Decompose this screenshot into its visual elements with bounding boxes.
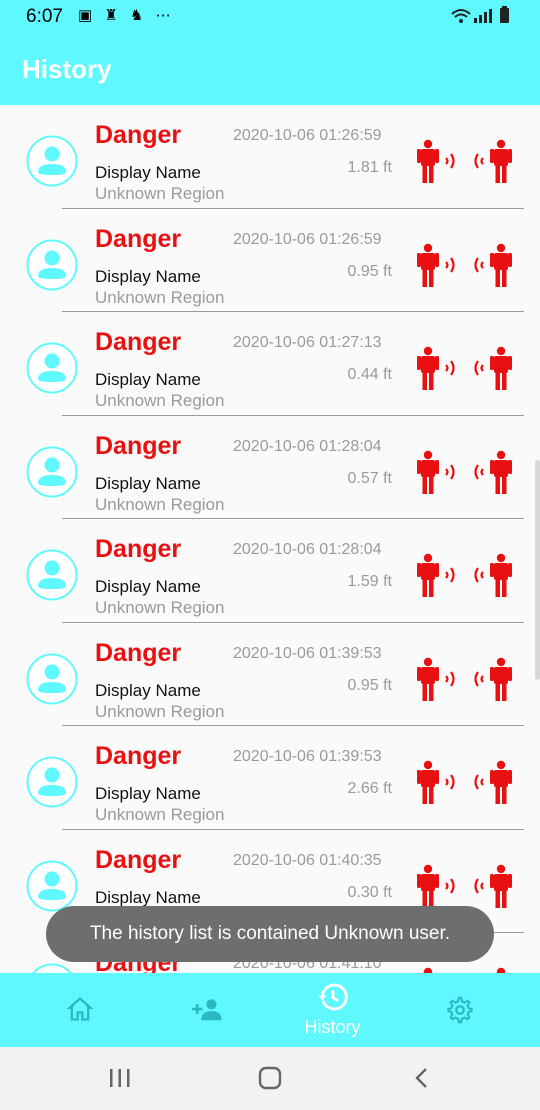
system-status-icons: [450, 6, 514, 30]
avatar-icon: [26, 860, 78, 911]
page-title: History: [22, 54, 112, 84]
nav-settings[interactable]: [392, 973, 527, 1047]
region-label: Unknown Region: [95, 287, 225, 307]
region-label: Unknown Region: [95, 494, 225, 514]
status-label: Danger: [95, 121, 182, 149]
avatar-icon: [26, 342, 78, 394]
history-list[interactable]: Danger Display Name Unknown Region 2020-…: [0, 105, 540, 973]
proximity-alert-icon: [417, 864, 512, 908]
status-label: Danger: [95, 328, 182, 356]
status-label: Danger: [95, 224, 182, 253]
back-icon: [415, 1068, 427, 1088]
status-label: Danger: [95, 742, 182, 770]
avatar-icon: [26, 135, 78, 187]
nav-add-user[interactable]: [140, 973, 275, 1047]
history-row[interactable]: Danger Display Name Unknown Region 2020-…: [0, 209, 540, 312]
distance-value: 0.95 ft: [347, 676, 392, 694]
nav-history-label: History: [304, 1017, 361, 1037]
timestamp: 2020-10-06 01:28:04: [233, 541, 382, 558]
nav-history[interactable]: History: [265, 973, 400, 1047]
history-row[interactable]: Danger Display Name Unknown Region 2020-…: [0, 416, 540, 519]
region-label: Unknown Region: [95, 184, 225, 203]
region-label: Unknown Region: [95, 598, 225, 617]
distance-value: 0.44 ft: [347, 366, 392, 383]
timestamp: 2020-10-06 01:26:59: [233, 230, 382, 248]
avatar-icon: [26, 756, 78, 808]
proximity-alert-icon: [417, 346, 512, 390]
avatar-icon: [26, 549, 78, 601]
avatar-icon: [26, 239, 78, 290]
avatar-icon: [32, 963, 72, 973]
display-name: Display Name: [95, 266, 201, 286]
history-row[interactable]: Danger Display Name Unknown Region 2020-…: [0, 519, 540, 623]
recent-apps-icon: [110, 1069, 130, 1087]
proximity-alert-icon: [417, 450, 512, 494]
status-label: Danger: [95, 845, 182, 874]
proximity-alert-icon: [417, 760, 512, 804]
distance-value: 0.30 ft: [347, 883, 392, 901]
home-button[interactable]: [230, 1047, 310, 1110]
history-icon: [317, 983, 348, 1011]
home-icon: [65, 996, 94, 1021]
distance-value: 0.57 ft: [347, 469, 392, 487]
gear-icon: [446, 996, 473, 1024]
display-name: Display Name: [95, 163, 201, 182]
region-label: Unknown Region: [95, 701, 225, 721]
recent-apps-button[interactable]: [80, 1047, 160, 1110]
status-label: Danger: [95, 535, 182, 563]
display-name: Display Name: [95, 680, 201, 700]
proximity-alert-icon: [417, 139, 512, 183]
scrollbar[interactable]: [535, 460, 540, 680]
display-name: Display Name: [95, 784, 201, 803]
proximity-alert-icon: [417, 553, 512, 597]
display-name: Display Name: [95, 473, 201, 493]
status-time: 6:07: [26, 6, 63, 27]
timestamp: 2020-10-06 01:39:53: [233, 748, 382, 765]
back-button[interactable]: [380, 1047, 460, 1110]
notification-icons: ▣ ♜ ♞ ⋯: [78, 7, 175, 24]
toast-message: The history list is contained Unknown us…: [46, 906, 494, 962]
status-label: Danger: [95, 431, 182, 460]
status-label: Danger: [95, 638, 182, 667]
display-name: Display Name: [95, 370, 201, 389]
distance-value: 1.81 ft: [347, 159, 392, 176]
home-circle-icon: [258, 1066, 282, 1090]
timestamp: 2020-10-06 01:39:53: [233, 644, 382, 662]
timestamp: 2020-10-06 01:28:04: [233, 437, 382, 455]
distance-value: 0.95 ft: [347, 262, 392, 280]
avatar-icon: [26, 446, 78, 497]
add-user-icon: [191, 999, 222, 1021]
status-bar: 6:07 ▣ ♜ ♞ ⋯: [0, 0, 540, 34]
system-navigation-bar: [0, 1047, 540, 1110]
distance-value: 1.59 ft: [347, 573, 392, 590]
history-row[interactable]: Danger Display Name Unknown Region 2020-…: [0, 105, 540, 209]
timestamp: 2020-10-06 01:27:13: [233, 334, 382, 351]
distance-value: 2.66 ft: [347, 780, 392, 797]
region-label: Unknown Region: [95, 391, 225, 410]
proximity-alert-icon: [417, 243, 512, 287]
history-row[interactable]: Danger Display Name Unknown Region 2020-…: [0, 312, 540, 416]
timestamp: 2020-10-06 01:26:59: [233, 127, 382, 144]
region-label: Unknown Region: [95, 805, 225, 824]
avatar-icon: [26, 653, 78, 704]
nav-home[interactable]: [12, 973, 147, 1047]
timestamp: 2020-10-06 01:40:35: [233, 851, 382, 869]
bottom-navigation: History: [0, 973, 540, 1047]
proximity-alert-icon: [417, 657, 512, 701]
history-row[interactable]: Danger Display Name Unknown Region 2020-…: [0, 726, 540, 830]
history-row[interactable]: Danger Display Name Unknown Region 2020-…: [0, 623, 540, 726]
display-name: Display Name: [95, 577, 201, 596]
display-name: Display Name: [95, 887, 201, 907]
app-bar: History: [0, 34, 540, 105]
